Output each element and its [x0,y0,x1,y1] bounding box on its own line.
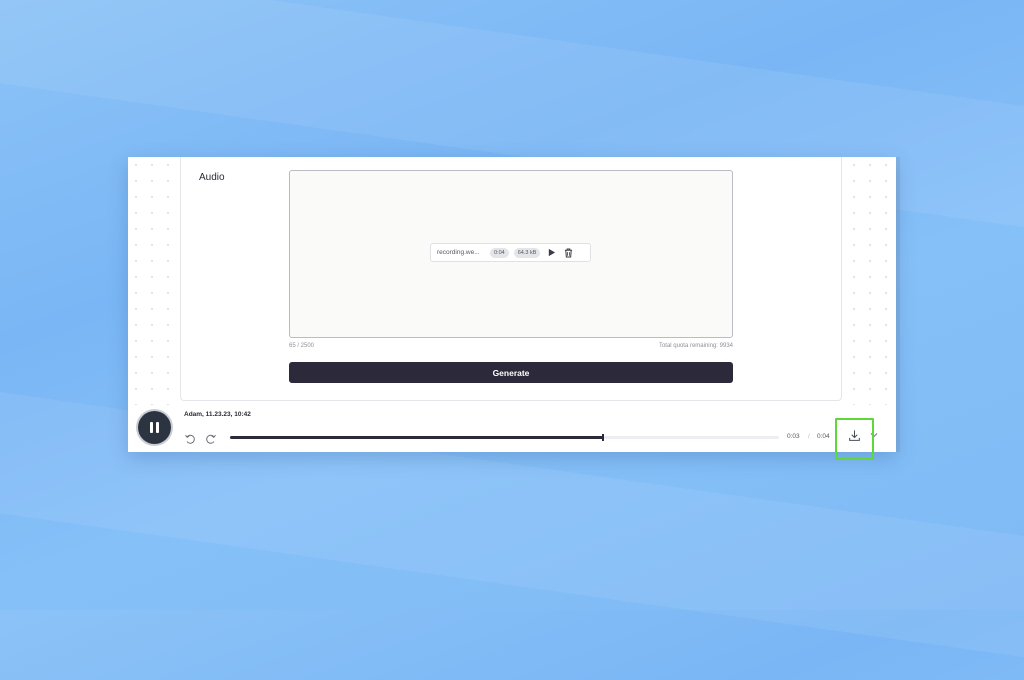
dot-pattern-left [128,157,178,405]
forward-icon[interactable] [205,432,217,444]
audio-dropzone[interactable]: recording.we... 0:04 64.3 kB [289,170,733,338]
play-icon[interactable] [545,247,557,259]
dot-pattern-right [846,157,896,405]
character-counter: 65 / 2500 [289,343,315,349]
app-window: Audio recording.we... 0:04 64.3 kB 65 / … [128,157,896,452]
progress-bar[interactable] [230,434,779,441]
progress-handle[interactable] [602,434,605,441]
trash-icon[interactable] [562,247,574,259]
current-time: 0:03 [787,433,800,440]
audio-file-chip: recording.we... 0:04 64.3 kB [430,243,591,262]
file-duration-badge: 0:04 [490,247,509,258]
audio-player: Adam, 11.23.23, 10:42 0:03 / 0:04 [128,405,896,452]
file-size-badge: 64.3 kB [513,247,541,258]
download-highlight-box [835,418,874,460]
total-time: 0:04 [817,433,830,440]
time-separator: / [808,433,810,440]
audio-label: Audio [199,172,225,183]
generate-button[interactable]: Generate [289,362,733,383]
pause-icon [149,422,161,433]
rewind-icon[interactable] [184,432,196,444]
quota-remaining: Total quota remaining: 9934 [658,343,733,349]
file-name: recording.we... [437,249,480,256]
pause-button[interactable] [138,411,171,444]
audio-panel: Audio recording.we... 0:04 64.3 kB 65 / … [180,157,842,401]
progress-fill [230,436,604,439]
track-title: Adam, 11.23.23, 10:42 [184,411,251,418]
